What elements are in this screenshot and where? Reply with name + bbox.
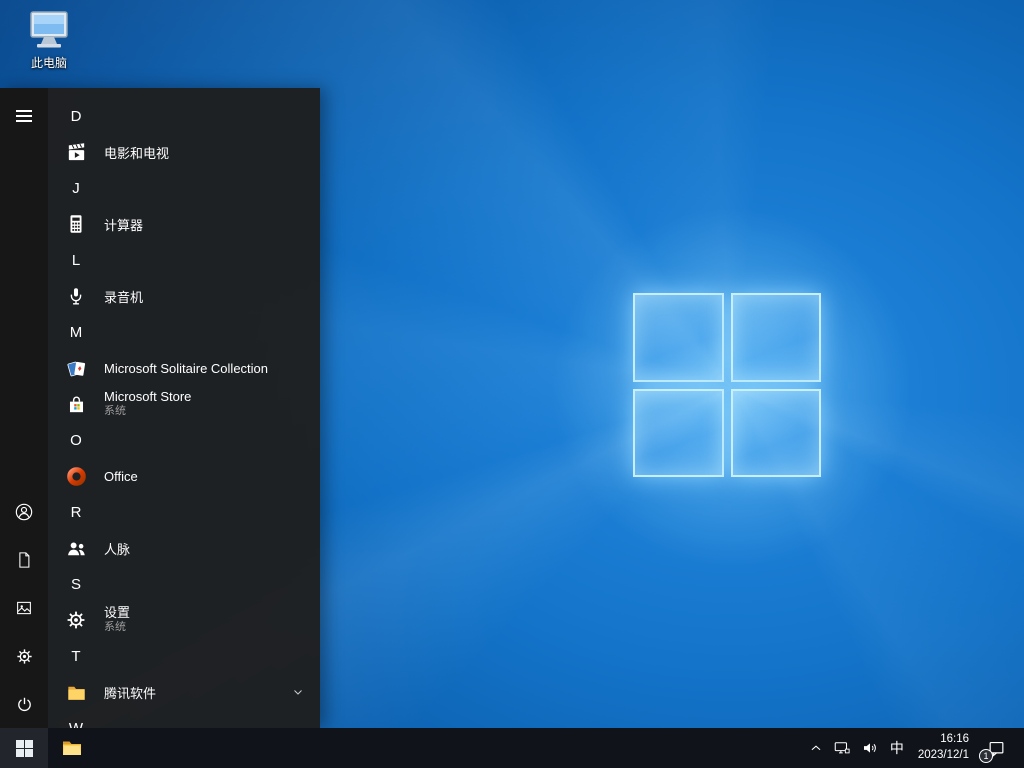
app-label-group: 设置 系统 <box>104 605 131 634</box>
solitaire-icon <box>58 357 94 380</box>
app-solitaire[interactable]: Microsoft Solitaire Collection <box>48 350 320 386</box>
clock-time: 16:16 <box>940 733 969 746</box>
app-sublabel: 系统 <box>104 405 126 418</box>
clock-date: 2023/12/1 <box>917 749 969 761</box>
pictures-button[interactable] <box>0 584 48 632</box>
movies-tv-icon <box>58 141 94 164</box>
app-sublabel: 系统 <box>104 621 126 634</box>
app-label: 设置 <box>104 605 131 621</box>
office-icon <box>58 465 94 488</box>
app-office[interactable]: Office <box>48 458 320 494</box>
notification-badge: 1 <box>979 749 993 763</box>
power-icon <box>17 697 31 711</box>
ime-indicator[interactable]: 中 <box>884 728 910 768</box>
start-letter-m[interactable]: M <box>48 314 320 350</box>
app-calculator[interactable]: 计算器 <box>48 206 320 242</box>
letter-label: W <box>68 719 84 729</box>
start-letter-j[interactable]: J <box>48 170 320 206</box>
start-hamburger-button[interactable] <box>0 92 48 140</box>
letter-label: T <box>71 647 81 665</box>
start-letter-r[interactable]: R <box>48 494 320 530</box>
app-voice-recorder[interactable]: 录音机 <box>48 278 320 314</box>
desktop-icon-this-pc[interactable]: 此电脑 <box>10 8 88 71</box>
taskbar: 中 16:16 2023/12/1 1 <box>0 728 1024 768</box>
app-label: 录音机 <box>104 289 144 305</box>
letter-label: O <box>70 431 82 449</box>
start-app-list: D 电影和电视 J 计算器 L 录音机 M Microsoft Solitair… <box>48 88 320 728</box>
wallpaper-logo-pane <box>730 293 821 382</box>
this-pc-icon <box>30 11 68 48</box>
desktop-icon-label: 此电脑 <box>30 56 67 70</box>
volume-button[interactable] <box>856 728 884 768</box>
letter-label: R <box>70 503 82 521</box>
start-letter-l[interactable]: L <box>48 242 320 278</box>
start-letter-o[interactable]: O <box>48 422 320 458</box>
start-menu-rail <box>0 88 48 728</box>
app-microsoft-store[interactable]: Microsoft Store 系统 <box>48 386 320 422</box>
hamburger-icon <box>16 110 32 122</box>
clock[interactable]: 16:16 2023/12/1 <box>910 732 977 763</box>
start-letter-w[interactable]: W <box>48 710 320 729</box>
user-account-button[interactable] <box>0 488 48 536</box>
windows-start-icon <box>15 739 33 757</box>
power-button[interactable] <box>0 680 48 728</box>
rail-spacer <box>0 140 48 488</box>
app-label: 计算器 <box>104 217 144 233</box>
account-icon <box>15 503 33 521</box>
system-tray: 中 16:16 2023/12/1 1 <box>804 728 1024 768</box>
volume-icon <box>863 743 876 753</box>
app-settings[interactable]: 设置 系统 <box>48 602 320 638</box>
documents-button[interactable] <box>0 536 48 584</box>
letter-label: J <box>72 179 80 197</box>
app-label: Office <box>104 468 138 484</box>
start-letter-s[interactable]: S <box>48 566 320 602</box>
start-menu: D 电影和电视 J 计算器 L 录音机 M Microsoft Solitair… <box>0 88 320 728</box>
app-label-group: Microsoft Store 系统 <box>104 389 192 418</box>
action-center-button[interactable]: 1 <box>977 728 1012 768</box>
app-people[interactable]: 人脉 <box>48 530 320 566</box>
wallpaper-logo-pane <box>633 293 724 382</box>
wallpaper-windows-logo <box>633 293 821 477</box>
chevron-down-icon[interactable] <box>292 686 304 698</box>
network-icon <box>834 742 850 754</box>
start-button[interactable] <box>0 728 48 768</box>
network-button[interactable] <box>828 728 856 768</box>
letter-label: D <box>70 107 82 125</box>
voice-recorder-icon <box>58 285 94 307</box>
documents-icon <box>19 552 30 568</box>
start-letter-t[interactable]: T <box>48 638 320 674</box>
people-icon <box>58 537 94 560</box>
app-label: 人脉 <box>104 541 131 557</box>
calculator-icon <box>58 213 94 235</box>
settings-icon <box>16 648 32 664</box>
tray-chevron-up-icon <box>811 745 821 751</box>
letter-label: S <box>70 575 81 593</box>
app-label: Microsoft Solitaire Collection <box>104 360 269 376</box>
wallpaper-logo-pane <box>730 388 821 477</box>
letter-label: L <box>71 251 81 269</box>
folder-icon <box>58 681 94 704</box>
app-label: 腾讯软件 <box>104 685 157 701</box>
settings-gear-icon <box>58 609 94 631</box>
tray-expand-button[interactable] <box>804 728 828 768</box>
file-explorer-button[interactable] <box>48 728 96 768</box>
letter-label: M <box>69 323 83 341</box>
wallpaper-logo-pane <box>633 388 724 477</box>
rail-settings-button[interactable] <box>0 632 48 680</box>
store-icon <box>58 393 94 416</box>
start-letter-d[interactable]: D <box>48 98 320 134</box>
pictures-icon <box>17 601 31 615</box>
app-label: 电影和电视 <box>104 145 170 161</box>
app-movies-tv[interactable]: 电影和电视 <box>48 134 320 170</box>
app-group-tencent[interactable]: 腾讯软件 <box>48 674 320 710</box>
app-label: Microsoft Store <box>104 389 192 405</box>
file-explorer-icon <box>63 741 81 755</box>
